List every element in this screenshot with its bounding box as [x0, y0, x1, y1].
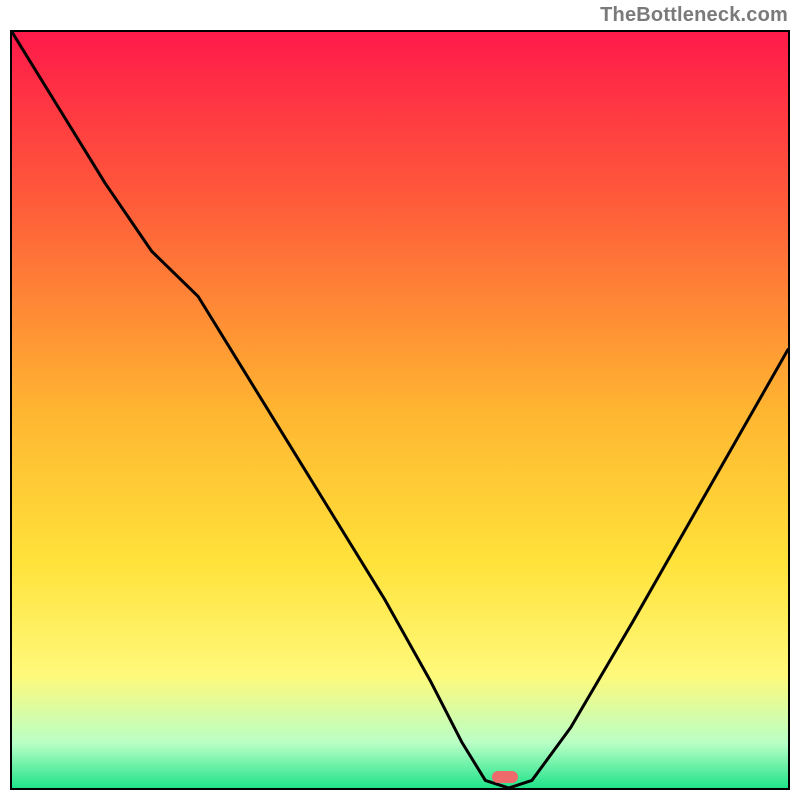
watermark-text: TheBottleneck.com	[600, 4, 788, 27]
curve-layer	[12, 32, 788, 788]
plot-area	[10, 30, 790, 790]
bottleneck-curve	[12, 32, 788, 788]
chart-stage: TheBottleneck.com	[0, 0, 800, 800]
optimal-point-marker	[492, 771, 518, 783]
